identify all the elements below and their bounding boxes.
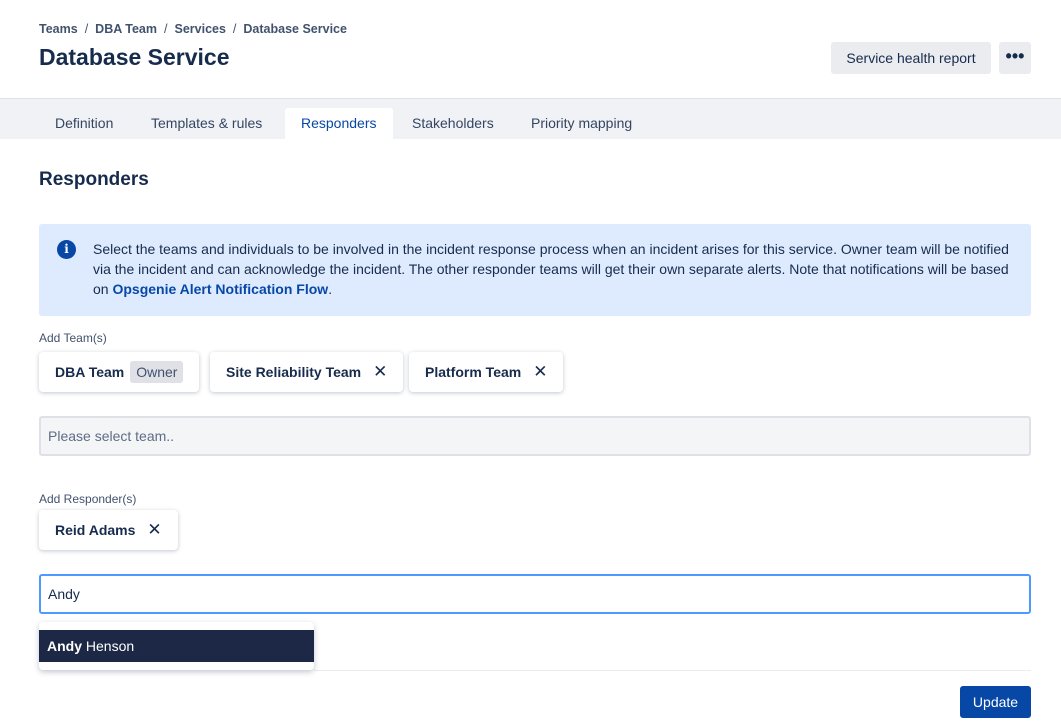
suggestion-match: Andy (47, 638, 82, 654)
suggestion-rest: Henson (82, 638, 135, 654)
team-select-input[interactable]: Please select team.. (39, 416, 1031, 456)
section-title: Responders (39, 169, 149, 190)
breadcrumb-teams[interactable]: Teams (39, 22, 78, 36)
info-icon: i (57, 240, 76, 259)
team-name: DBA Team (55, 364, 125, 380)
team-chip: Site Reliability Team ✕ (210, 352, 404, 392)
tab-definition[interactable]: Definition (39, 108, 129, 140)
team-name: Platform Team (425, 364, 522, 380)
service-health-report-button[interactable]: Service health report (831, 42, 991, 74)
remove-icon[interactable]: ✕ (373, 362, 387, 381)
team-chip: DBA Team Owner (39, 352, 200, 392)
tab-templates-rules[interactable]: Templates & rules (135, 108, 278, 140)
info-text: Select the teams and individuals to be i… (93, 239, 1013, 299)
suggestion-dropdown: Andy Henson (39, 622, 314, 670)
page-title: Database Service (39, 44, 230, 70)
update-button[interactable]: Update (960, 686, 1031, 718)
add-responders-label: Add Responder(s) (39, 492, 137, 506)
tab-priority-mapping[interactable]: Priority mapping (515, 108, 648, 140)
add-teams-label: Add Team(s) (39, 331, 107, 345)
remove-icon[interactable]: ✕ (533, 362, 547, 381)
owner-badge: Owner (130, 361, 184, 383)
responder-name: Reid Adams (55, 522, 136, 538)
responder-search-input[interactable]: Andy (39, 574, 1031, 614)
breadcrumb-services[interactable]: Services (174, 22, 225, 36)
remove-icon[interactable]: ✕ (147, 520, 161, 539)
info-banner: i Select the teams and individuals to be… (39, 224, 1031, 316)
breadcrumb: Teams / DBA Team / Services / Database Service (39, 22, 347, 36)
breadcrumb-dba-team[interactable]: DBA Team (95, 22, 157, 36)
tab-responders[interactable]: Responders (285, 108, 393, 140)
suggestion-option[interactable]: Andy Henson (39, 630, 314, 662)
tab-bar: Definition Templates & rules Responders … (0, 98, 1061, 140)
divider (314, 670, 1031, 671)
responder-chip: Reid Adams ✕ (39, 510, 178, 550)
team-chip: Platform Team ✕ (409, 352, 564, 392)
info-end: . (328, 281, 333, 297)
more-actions-button[interactable]: ••• (999, 42, 1031, 74)
team-name: Site Reliability Team (226, 364, 362, 380)
alert-notification-flow-link[interactable]: Opsgenie Alert Notification Flow (112, 281, 328, 297)
tab-stakeholders[interactable]: Stakeholders (396, 108, 510, 140)
breadcrumb-current[interactable]: Database Service (243, 22, 347, 36)
